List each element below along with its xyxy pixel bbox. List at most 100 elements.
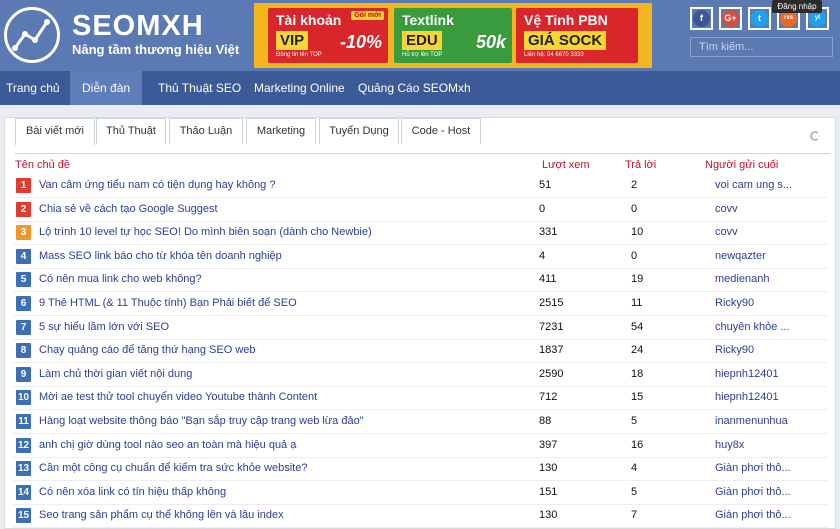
ad-banner[interactable]: Tài khoản Gói mới VIP -10% Đồng tin lên … [254, 3, 652, 68]
topic-link[interactable]: Cần một công cụ chuẩn để kiểm tra sức kh… [39, 462, 307, 474]
ad-line1: Tài khoản [276, 12, 342, 28]
topic-link[interactable]: Mời ae test thử tool chuyển video Youtub… [39, 391, 317, 403]
login-tooltip: Đăng nhập [772, 0, 822, 13]
ad-line3: Đồng tin lên TOP [276, 52, 322, 58]
topic-link[interactable]: Hàng loạt website thông báo "Bạn sắp tru… [39, 415, 364, 427]
rank-badge: 3 [16, 225, 31, 241]
google-plus-icon[interactable]: G+ [719, 7, 742, 30]
last-poster-link[interactable]: covv [715, 226, 738, 238]
tab-new-posts[interactable]: Bài viết mới [15, 118, 95, 145]
ad-line1: Vệ Tinh PBN [524, 12, 608, 28]
topic-link[interactable]: Chạy quảng cáo để tăng thứ hạng SEO web [39, 344, 256, 356]
nav-advertise[interactable]: Quảng Cáo SEOMxh [352, 71, 477, 105]
last-poster-link[interactable]: voi cam ung s... [715, 179, 792, 191]
last-poster-link[interactable]: Ricky90 [715, 344, 754, 356]
last-poster-link[interactable]: Giàn phơi thô... [715, 486, 791, 498]
nav-forum[interactable]: Diễn đàn [70, 71, 143, 105]
brand-name[interactable]: SEOMXH [72, 10, 204, 43]
last-poster-link[interactable]: Ricky90 [715, 297, 754, 309]
last-poster-link[interactable]: Giàn phơi thô... [715, 509, 791, 521]
ad-textlink-edu[interactable]: Textlink EDU 50k Hỗ trợ lên TOP [394, 8, 512, 63]
last-poster-link[interactable]: Giàn phơi thô... [715, 462, 791, 474]
topic-link[interactable]: 9 Thẻ HTML (& 11 Thuộc tính) Bạn Phải bi… [39, 297, 297, 309]
last-poster-link[interactable]: inanmenunhua [715, 415, 788, 427]
table-row: 12 anh chị giờ dùng tool nào seo an toàn … [13, 435, 828, 458]
last-poster-link[interactable]: hiepnh12401 [715, 368, 779, 380]
facebook-icon[interactable]: f [690, 7, 713, 30]
rank-badge: 6 [16, 296, 31, 311]
ad-big: -10% [339, 32, 382, 52]
ad-line3: Hỗ trợ lên TOP [402, 52, 443, 58]
view-count: 130 [539, 462, 558, 475]
last-poster-link[interactable]: chuyên khỏe ... [715, 321, 790, 333]
rank-badge: 13 [16, 461, 31, 477]
topic-link[interactable]: 5 sự hiểu lầm lớn với SEO [39, 321, 169, 333]
view-count: 2590 [539, 367, 564, 380]
topic-link[interactable]: Mass SEO link báo cho từ khóa tên doanh … [39, 250, 282, 262]
rank-badge: 8 [16, 343, 31, 359]
topic-link[interactable]: Lộ trình 10 level tự học SEO! Do mình bi… [39, 226, 372, 238]
ad-pbn[interactable]: Vệ Tinh PBN GIÁ SOCK Liên hệ: 04 6670 33… [516, 8, 638, 63]
tab-recruitment[interactable]: Tuyển Dụng [319, 118, 399, 144]
last-poster-link[interactable]: hiepnh12401 [715, 391, 779, 403]
last-poster-link[interactable]: medienanh [715, 273, 769, 285]
table-row: 3 Lộ trình 10 level tự học SEO! Do mình b… [13, 222, 828, 246]
topic-link[interactable]: Van câm ứng tiểu nam có tiện dụng hay kh… [39, 179, 275, 191]
table-row: 9 Làm chủ thời gian viết nội dung 2590 18 hi… [13, 364, 828, 387]
rank-badge: 14 [16, 484, 31, 500]
table-row: 5 Có nên mua link cho web không? 411 19 medi… [13, 269, 828, 293]
topic-link[interactable]: anh chị giờ dùng tool nào seo an toàn mà… [39, 439, 296, 451]
topic-link[interactable]: Có nên mua link cho web không? [39, 273, 202, 285]
table-row: 10 Mời ae test thử tool chuyển video Yout… [13, 387, 828, 411]
rank-badge: 5 [16, 272, 31, 288]
reply-count: 54 [631, 320, 644, 333]
table-row: 13 Cần một công cụ chuẩn để kiểm tra sức … [13, 458, 828, 482]
col-topic: Tên chủ đề [15, 159, 71, 171]
reply-count: 0 [631, 249, 638, 262]
col-replies: Trả lời [625, 159, 657, 171]
ad-vip-account[interactable]: Tài khoản Gói mới VIP -10% Đồng tin lên … [268, 8, 388, 63]
view-count: 2515 [539, 297, 564, 309]
topic-link[interactable]: Chia sẻ về cách tạo Google Suggest [39, 203, 218, 215]
nav-home[interactable]: Trang chủ [0, 71, 66, 105]
view-count: 0 [539, 202, 546, 215]
tab-discussion[interactable]: Thảo Luận [169, 118, 243, 144]
view-count: 411 [539, 273, 557, 286]
last-poster-link[interactable]: newqazter [715, 250, 766, 262]
rank-badge: 15 [16, 508, 31, 524]
topic-link[interactable]: Làm chủ thời gian viết nội dung [39, 368, 192, 380]
nav-seo-tips[interactable]: Thủ Thuật SEO [152, 71, 247, 105]
ad-line2: GIÁ SOCK [524, 31, 607, 50]
refresh-icon[interactable] [810, 131, 820, 141]
search-input[interactable]: Tìm kiếm... [690, 37, 833, 57]
tab-tips[interactable]: Thủ Thuật [96, 118, 166, 144]
rank-badge: 2 [16, 201, 31, 217]
table-row: 4 Mass SEO link báo cho từ khóa tên doanh… [13, 246, 828, 269]
topic-link[interactable]: Có nên xóa link có tín hiệu thấp không [39, 486, 226, 498]
last-poster-link[interactable]: huy8x [715, 439, 744, 451]
view-count: 397 [539, 438, 558, 451]
tab-code-host[interactable]: Code - Host [401, 118, 481, 144]
reply-count: 0 [631, 202, 638, 215]
ad-big: 50k [475, 32, 506, 52]
topic-link[interactable]: Seo trang sản phẩm cụ thể không lên và l… [39, 509, 284, 521]
rank-badge: 7 [16, 319, 31, 335]
brand-tagline: Nâng tầm thương hiệu Việt [72, 42, 240, 57]
reply-count: 10 [631, 226, 644, 239]
nav-marketing-online[interactable]: Marketing Online [248, 71, 351, 105]
table-row: 2 Chia sẻ về cách tạo Google Suggest 0 0 cov… [13, 199, 828, 222]
table-row: 14 Có nên xóa link có tín hiệu thấp không… [13, 482, 828, 505]
ad-line2: EDU [402, 31, 442, 50]
twitter-icon[interactable]: t [748, 7, 771, 30]
last-poster-link[interactable]: covv [715, 203, 738, 215]
ad-line1: Textlink [402, 12, 454, 28]
table-row: 8 Chạy quảng cáo để tăng thứ hạng SEO web… [13, 340, 828, 364]
rank-badge: 9 [16, 366, 31, 382]
reply-count: 16 [631, 438, 644, 451]
reply-count: 5 [631, 485, 638, 498]
reply-count: 24 [631, 344, 644, 357]
view-count: 4 [539, 249, 546, 262]
tab-marketing[interactable]: Marketing [246, 118, 316, 144]
logo-icon[interactable] [4, 7, 60, 63]
view-count: 331 [539, 226, 558, 239]
